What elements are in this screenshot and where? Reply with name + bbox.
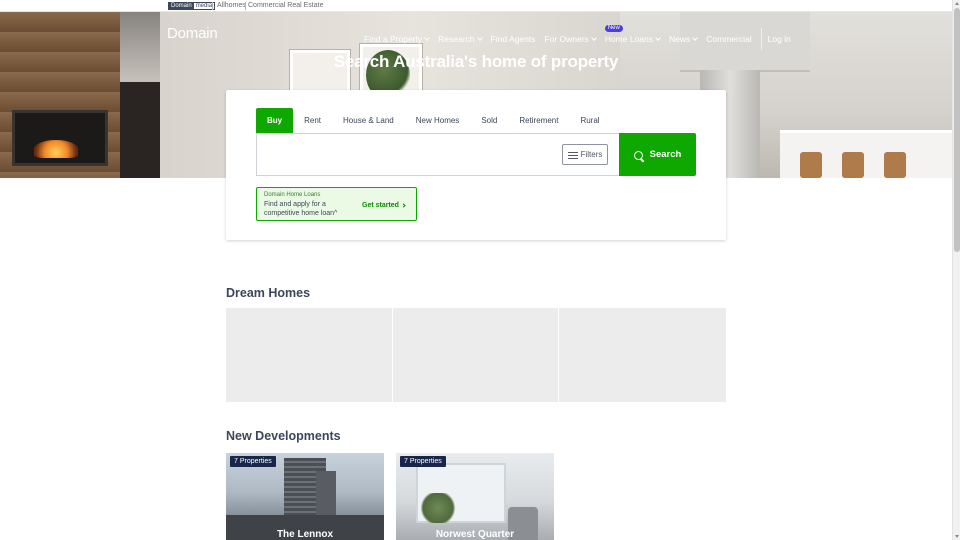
- nav-commercial[interactable]: Commercial: [706, 34, 751, 44]
- development-image-plants: [418, 493, 458, 523]
- domain-media-logo-left: Domain: [169, 3, 194, 9]
- nav-for-owners[interactable]: For Owners: [544, 34, 597, 44]
- nav-home-loans[interactable]: New Home Loans: [604, 25, 661, 44]
- domain-media-logo[interactable]: Domain media: [168, 2, 216, 10]
- nav-news[interactable]: News: [669, 34, 699, 44]
- hero-image-stool: [842, 152, 864, 178]
- chevron-down-icon: [476, 35, 483, 41]
- search-tabs: Buy Rent House & Land New Homes Sold Ret…: [256, 108, 611, 133]
- filters-button[interactable]: Filters: [562, 144, 608, 165]
- login-label: Log in: [767, 34, 791, 44]
- login-link[interactable]: Log in: [768, 34, 791, 44]
- tab-rent[interactable]: Rent: [293, 108, 332, 133]
- nav-label: News: [669, 34, 691, 44]
- development-card-the-lennox[interactable]: 7 Properties The Lennox: [226, 453, 384, 540]
- nav-find-a-property[interactable]: Find a Property: [364, 34, 430, 44]
- search-icon: [633, 150, 644, 161]
- utility-divider: [245, 2, 246, 10]
- dream-home-card-placeholder[interactable]: [559, 308, 726, 402]
- nav-label: Home Loans: [604, 34, 654, 44]
- tab-rural[interactable]: Rural: [569, 108, 610, 133]
- allhomes-link[interactable]: Allhomes: [217, 2, 246, 10]
- scroll-down-arrow-icon[interactable]: [955, 535, 959, 538]
- development-name: Norwest Quarter: [435, 529, 515, 540]
- sliders-icon: [567, 151, 578, 159]
- dream-home-card-placeholder[interactable]: [226, 308, 392, 402]
- utility-bar: Domain media Allhomes Commercial Real Es…: [0, 0, 952, 12]
- new-badge: New: [604, 25, 623, 32]
- new-developments-heading: New Developments: [226, 429, 341, 443]
- development-card-norwest-quarter[interactable]: 7 Properties Norwest Quarter: [396, 453, 554, 540]
- dream-homes-heading: Dream Homes: [226, 286, 311, 300]
- get-started-link[interactable]: Get started: [362, 202, 406, 209]
- nav-find-agents[interactable]: Find Agents: [491, 34, 536, 44]
- tab-new-homes[interactable]: New Homes: [405, 108, 471, 133]
- tab-buy[interactable]: Buy: [256, 108, 294, 133]
- domain-logo[interactable]: Domain: [167, 25, 218, 42]
- nav-label: Research: [438, 34, 475, 44]
- promo-eyebrow: Domain Home Loans: [264, 192, 321, 198]
- hero-image-stool: [800, 152, 822, 178]
- hero-image-stool: [884, 152, 906, 178]
- nav-label: Find Agents: [490, 34, 536, 44]
- tab-house-and-land[interactable]: House & Land: [332, 108, 405, 133]
- search-button[interactable]: Search: [619, 133, 696, 176]
- promo-text: Find and apply for a competitive home lo…: [264, 201, 338, 217]
- nav-label: Commercial: [706, 34, 752, 44]
- tab-sold[interactable]: Sold: [470, 108, 508, 133]
- filters-label: Filters: [580, 150, 603, 159]
- domain-media-logo-right: media: [193, 3, 215, 9]
- nav-divider: [760, 28, 762, 50]
- hero-image-shelf: [120, 82, 160, 178]
- chevron-down-icon: [692, 35, 699, 41]
- home-loans-promo[interactable]: Domain Home Loans Find and apply for a c…: [256, 187, 417, 221]
- get-started-label: Get started: [362, 202, 399, 209]
- property-count-badge: 7 Properties: [230, 456, 276, 467]
- tab-retirement[interactable]: Retirement: [508, 108, 569, 133]
- chevron-down-icon: [590, 35, 597, 41]
- development-name: The Lennox: [276, 529, 334, 540]
- scroll-up-arrow-icon[interactable]: [955, 2, 959, 5]
- main-nav: Find a Property Research Find Agents For…: [364, 25, 800, 50]
- search-card: Buy Rent House & Land New Homes Sold Ret…: [226, 90, 726, 240]
- nav-label: Find a Property: [364, 34, 423, 44]
- chevron-down-icon: [424, 35, 430, 41]
- search-button-label: Search: [649, 149, 682, 160]
- chevron-down-icon: [655, 35, 661, 41]
- property-count-badge: 7 Properties: [400, 456, 446, 467]
- dream-home-card-placeholder[interactable]: [393, 308, 558, 402]
- chevron-right-icon: [401, 203, 406, 208]
- hero-title: Search Australia's home of property: [333, 52, 619, 71]
- utility-divider: [212, 2, 213, 10]
- nav-label: For Owners: [544, 34, 589, 44]
- scrollbar-thumb[interactable]: [954, 8, 960, 252]
- page: Domain media Allhomes Commercial Real Es…: [0, 0, 960, 540]
- page-scrollbar[interactable]: [952, 0, 960, 540]
- commercial-real-estate-link[interactable]: Commercial Real Estate: [248, 2, 323, 10]
- nav-research[interactable]: Research: [438, 34, 483, 44]
- hero-image-fire: [34, 140, 78, 158]
